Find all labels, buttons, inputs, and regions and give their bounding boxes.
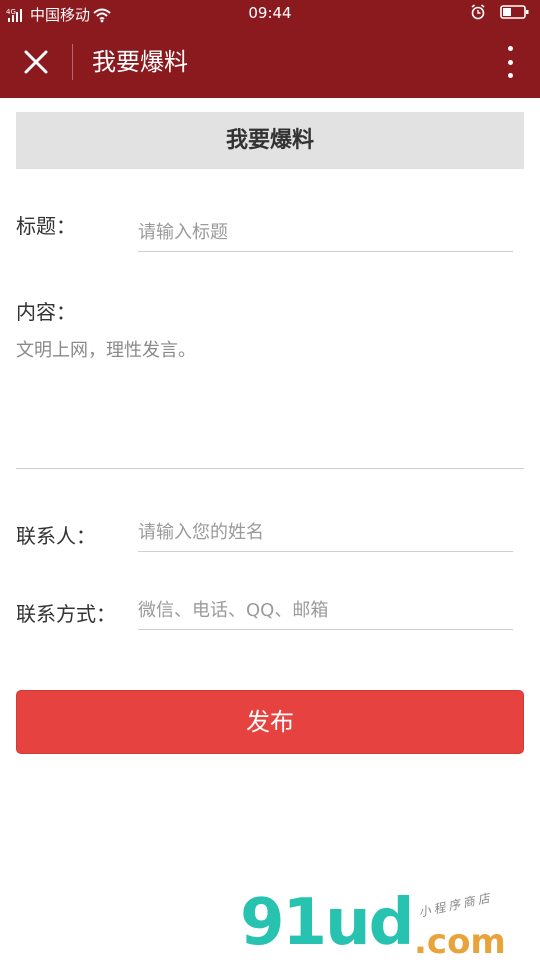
content-textarea[interactable] (16, 336, 524, 469)
publish-button[interactable]: 发布 (16, 690, 524, 754)
status-time: 09:44 (248, 4, 292, 22)
contact-name-input[interactable] (138, 522, 513, 552)
watermark-tagline: 小程序商店 (417, 890, 494, 920)
watermark-logo: 91ud 小程序商店 .com (240, 886, 530, 962)
contact-method-label: 联系方式： (16, 602, 116, 626)
page-title: 我要爆料 (92, 48, 188, 76)
contact-label: 联系人： (16, 524, 96, 548)
contact-method-input[interactable] (138, 600, 513, 630)
status-right (470, 4, 530, 20)
more-dot-icon (507, 46, 513, 51)
title-label: 标题： (16, 214, 76, 238)
battery-icon (500, 5, 529, 19)
status-bar: 4G 中国移动 09:44 (0, 0, 540, 28)
more-dot-icon (507, 59, 513, 65)
close-button[interactable] (20, 46, 52, 78)
section-heading: 我要爆料 (16, 112, 524, 169)
content-label: 内容： (16, 300, 76, 324)
header-divider (72, 44, 73, 80)
app-header: 4G 中国移动 09:44 我要爆料 (0, 0, 540, 98)
more-options-button[interactable] (504, 46, 516, 78)
watermark-brand: 91ud (240, 886, 414, 960)
alarm-icon (471, 4, 485, 20)
more-dot-icon (507, 73, 513, 78)
title-input[interactable] (138, 222, 513, 252)
close-icon (24, 50, 48, 74)
watermark-domain: .com (414, 922, 506, 962)
